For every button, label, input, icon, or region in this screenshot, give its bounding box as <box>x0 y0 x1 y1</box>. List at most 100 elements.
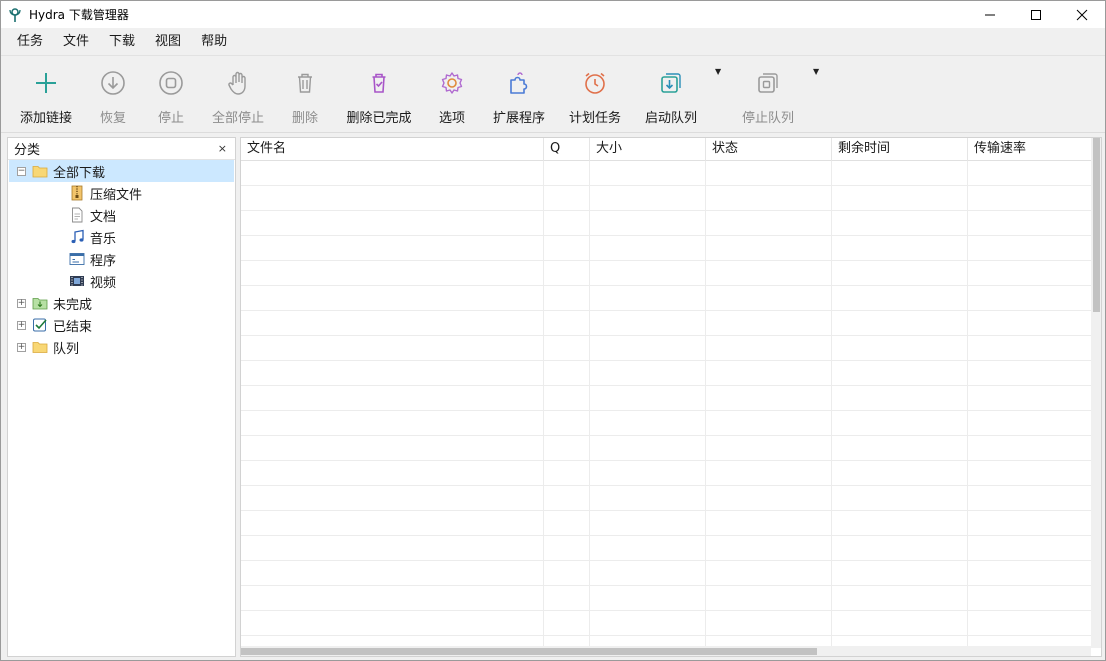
menu-view[interactable]: 视图 <box>147 31 189 53</box>
extensions-button[interactable]: 扩展程序 <box>489 65 549 127</box>
expand-toggle[interactable]: + <box>17 342 26 352</box>
options-button[interactable]: 选项 <box>429 65 475 127</box>
tree-item-archives[interactable]: 压缩文件 <box>69 182 142 204</box>
stop-icon <box>159 71 183 95</box>
tree-item-label: 文档 <box>90 209 117 225</box>
table-row[interactable] <box>241 336 1091 361</box>
column-header-status[interactable]: 状态 <box>706 138 832 161</box>
tree-item-label: 压缩文件 <box>90 187 143 203</box>
table-row[interactable] <box>241 411 1091 436</box>
column-divider <box>831 161 832 646</box>
close-window-button[interactable] <box>1059 1 1105 28</box>
music-icon <box>71 229 84 244</box>
archive-icon <box>71 185 83 201</box>
scheduler-button[interactable]: 计划任务 <box>565 65 625 127</box>
minimize-button[interactable] <box>967 1 1013 28</box>
tree-item-all-downloads[interactable]: − 全部下载 <box>9 160 234 182</box>
table-row[interactable] <box>241 186 1091 211</box>
delete-button[interactable]: 删除 <box>281 65 329 127</box>
trash-icon <box>298 73 312 93</box>
tree-item-label: 队列 <box>53 341 80 357</box>
sidebar-title: 分类 <box>14 143 41 158</box>
checkbox-icon <box>33 318 47 332</box>
vertical-scroll-thumb[interactable] <box>1093 138 1100 312</box>
downloads-table: 文件名 Q 大小 状态 剩余时间 传输速率 <box>240 137 1102 657</box>
stop-queue-button[interactable]: 停止队列 <box>737 65 799 127</box>
table-row[interactable] <box>241 586 1091 611</box>
table-row[interactable] <box>241 511 1091 536</box>
table-row[interactable] <box>241 461 1091 486</box>
folder-open-icon <box>32 166 48 178</box>
column-header-filename[interactable]: 文件名 <box>241 138 544 161</box>
column-header-transfer-rate[interactable]: 传输速率 <box>968 138 1091 161</box>
gear-icon <box>441 72 463 94</box>
menu-file[interactable]: 文件 <box>55 31 97 53</box>
column-divider <box>967 161 968 646</box>
tree-item-documents[interactable]: 文档 <box>69 204 116 226</box>
vertical-scrollbar[interactable] <box>1091 138 1101 648</box>
expand-toggle[interactable]: + <box>17 320 26 330</box>
menu-help[interactable]: 帮助 <box>193 31 235 53</box>
table-row[interactable] <box>241 386 1091 411</box>
main-window: Hydra 下载管理器 任务 文件 下载 视图 帮助 添加链接 恢复 停止 全部… <box>0 0 1106 661</box>
stop-all-button[interactable]: 全部停止 <box>207 65 269 127</box>
horizontal-scrollbar[interactable] <box>241 646 1091 656</box>
stop-button[interactable]: 停止 <box>147 65 195 127</box>
add-link-button[interactable]: 添加链接 <box>15 65 77 127</box>
tree-item-programs[interactable]: 程序 <box>69 248 116 270</box>
delete-label: 删除 <box>291 111 318 126</box>
start-queue-button[interactable]: 启动队列 <box>641 65 701 127</box>
expand-toggle[interactable]: + <box>17 298 26 308</box>
table-row[interactable] <box>241 561 1091 586</box>
scheduler-label: 计划任务 <box>568 111 621 126</box>
tree-item-videos[interactable]: 视频 <box>69 270 116 292</box>
stop-queue-dropdown-icon[interactable]: ▼ <box>813 67 819 76</box>
table-row[interactable] <box>241 436 1091 461</box>
tree-item-incomplete[interactable]: + 未完成 <box>17 292 92 314</box>
table-row[interactable] <box>241 311 1091 336</box>
menu-task[interactable]: 任务 <box>9 31 51 53</box>
tree-item-label: 程序 <box>90 253 117 269</box>
folder-icon <box>32 342 48 353</box>
start-queue-dropdown-icon[interactable]: ▼ <box>715 67 721 76</box>
window-title: Hydra 下载管理器 <box>29 8 129 22</box>
table-row[interactable] <box>241 211 1091 236</box>
stop-queue-label: 停止队列 <box>741 111 794 126</box>
delete-completed-button[interactable]: 删除已完成 <box>343 65 415 127</box>
resume-button[interactable]: 恢复 <box>89 65 137 127</box>
table-row[interactable] <box>241 536 1091 561</box>
column-header-time-left[interactable]: 剩余时间 <box>832 138 968 161</box>
sidebar-close-button[interactable]: × <box>218 142 227 155</box>
column-divider <box>589 161 590 646</box>
table-row[interactable] <box>241 611 1091 636</box>
start-queue-label: 启动队列 <box>644 111 697 126</box>
table-row[interactable] <box>241 286 1091 311</box>
menu-bar: 任务 文件 下载 视图 帮助 <box>1 28 1105 56</box>
tree-item-label: 未完成 <box>53 297 93 313</box>
program-icon <box>69 253 85 265</box>
hydra-logo-icon <box>9 7 21 22</box>
stop-all-label: 全部停止 <box>211 111 264 126</box>
tree-item-label: 已结束 <box>53 319 93 335</box>
tree-item-label: 视频 <box>90 275 117 291</box>
maximize-icon <box>1031 9 1041 20</box>
tree-item-queues[interactable]: + 队列 <box>17 336 79 358</box>
stop-label: 停止 <box>157 111 184 126</box>
table-row[interactable] <box>241 261 1091 286</box>
horizontal-scroll-thumb[interactable] <box>241 648 817 655</box>
table-row[interactable] <box>241 486 1091 511</box>
table-row[interactable] <box>241 161 1091 186</box>
maximize-button[interactable] <box>1013 1 1059 28</box>
menu-download[interactable]: 下载 <box>101 31 143 53</box>
clear-trash-icon <box>372 73 386 93</box>
column-header-queue[interactable]: Q <box>544 138 590 161</box>
window-controls <box>967 1 1105 28</box>
table-row[interactable] <box>241 361 1091 386</box>
tree-item-finished[interactable]: + 已结束 <box>17 314 92 336</box>
collapse-toggle[interactable]: − <box>17 166 26 176</box>
minimize-icon <box>985 14 995 15</box>
column-header-size[interactable]: 大小 <box>590 138 706 161</box>
table-row[interactable] <box>241 236 1091 261</box>
delete-completed-label: 删除已完成 <box>346 111 412 126</box>
tree-item-music[interactable]: 音乐 <box>69 226 116 248</box>
